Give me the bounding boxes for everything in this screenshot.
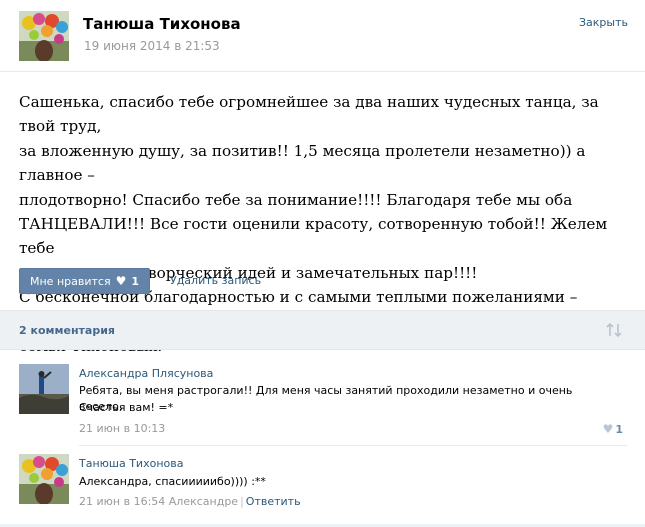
post-date: 19 июня 2014 в 21:53	[84, 39, 220, 53]
comment-meta: 21 июн в 16:54 Александре | Ответить	[79, 495, 301, 508]
like-count: 1	[131, 274, 139, 288]
delete-post-link[interactable]: Удалить запись	[170, 274, 261, 287]
comment-author-name[interactable]: Танюша Тихонова	[79, 457, 183, 470]
comment-text-line: Счастья вам! =*	[79, 401, 174, 414]
comment-date[interactable]: 21 июн в 10:13	[79, 422, 165, 435]
heart-icon: ♥	[115, 274, 127, 288]
avatar[interactable]	[19, 364, 69, 414]
reply-link[interactable]: Ответить	[246, 495, 301, 508]
close-button[interactable]: Закрыть	[579, 16, 628, 29]
comment-text-line: Александра, спасииииибо)))) :**	[79, 475, 266, 488]
avatar[interactable]	[19, 11, 69, 61]
comment-divider	[79, 445, 627, 446]
post-author-name[interactable]: Танюша Тихонова	[83, 15, 241, 33]
like-button[interactable]: Мне нравится ♥ 1	[19, 268, 150, 294]
avatar[interactable]	[19, 454, 69, 504]
post-header: Танюша Тихонова 19 июня 2014 в 21:53 Зак…	[0, 0, 645, 72]
heart-icon: ♥	[602, 422, 614, 436]
comment-like-count: 1	[615, 423, 623, 436]
comment-like-button[interactable]: ♥ 1	[603, 422, 623, 436]
comments-header: 2 комментария	[0, 310, 645, 350]
comment-date[interactable]: 21 июн в 16:54 Александре	[79, 495, 238, 508]
like-button-label: Мне нравится	[30, 274, 111, 288]
comment-author-name[interactable]: Александра Плясунова	[79, 367, 213, 380]
sort-arrows-icon[interactable]	[605, 322, 623, 338]
meta-separator: |	[240, 495, 244, 508]
comments-count[interactable]: 2 комментария	[19, 324, 115, 337]
